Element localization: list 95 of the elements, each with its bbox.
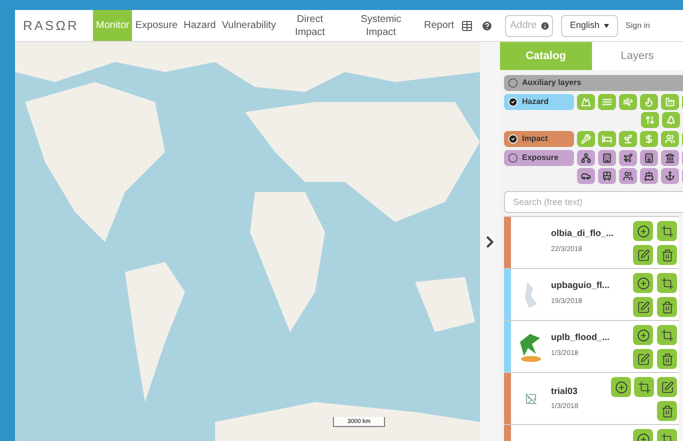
nav-tab[interactable]: Systemic Impact: [340, 10, 421, 41]
nav-tab[interactable]: Exposure: [132, 10, 181, 41]
nav-tab[interactable]: Vulnerability: [218, 10, 279, 41]
language-label: English: [570, 18, 600, 32]
filter-icon: [623, 153, 633, 163]
crop-button[interactable]: [634, 377, 654, 397]
add-layer-button[interactable]: [611, 377, 631, 397]
filter-icon: [665, 97, 675, 107]
filter-icon: [644, 171, 654, 181]
layer-filter-button[interactable]: [661, 150, 679, 166]
filter-icon: [602, 171, 612, 181]
category-toggle[interactable]: Hazard: [504, 94, 574, 110]
checked-icon: [508, 134, 518, 144]
layer-filter-button[interactable]: [619, 168, 637, 184]
map-thumbnail: [525, 282, 537, 308]
plus-icon: [636, 224, 650, 238]
nav-tab[interactable]: Direct Impact: [278, 10, 341, 41]
layer-filter-button[interactable]: [640, 150, 658, 166]
plus-icon: [636, 276, 650, 290]
layer-name: trial03: [551, 384, 579, 398]
layer-filter-button[interactable]: [577, 168, 595, 184]
filter-icon: [665, 171, 675, 181]
nav-tab[interactable]: Hazard: [180, 10, 219, 41]
crop-icon: [638, 380, 650, 394]
language-select[interactable]: English: [560, 14, 618, 36]
help-icon[interactable]: [480, 20, 493, 32]
filter-icon: [644, 97, 654, 107]
table-icon[interactable]: [460, 20, 473, 32]
layer-filter-button[interactable]: [619, 150, 637, 166]
filter-icon: [623, 171, 633, 181]
layer-name: olbia_di_flo_...: [551, 227, 615, 240]
unchecked-icon: [508, 78, 518, 88]
add-layer-button[interactable]: [633, 221, 653, 241]
filter-icon: [644, 153, 654, 163]
edit-button[interactable]: [633, 349, 653, 369]
filter-icon: [623, 97, 633, 107]
checked-icon: [508, 97, 518, 107]
edit-button[interactable]: [657, 377, 677, 397]
info-icon: [540, 20, 550, 30]
address-field[interactable]: Addre: [504, 14, 553, 36]
filter-icon: [602, 97, 612, 107]
edit-button[interactable]: [633, 297, 653, 317]
category-toggle[interactable]: Impact: [504, 131, 574, 147]
trash-icon: [660, 404, 674, 418]
layer-filter-button[interactable]: [598, 150, 616, 166]
filter-icon: [665, 153, 675, 163]
layer-name: upbaguio_fl...: [551, 279, 610, 292]
filter-icon: [581, 153, 591, 163]
crop-icon: [660, 224, 674, 238]
search-field[interactable]: Search (free text): [504, 191, 683, 213]
edit-icon: [636, 300, 650, 314]
delete-button[interactable]: [657, 245, 677, 265]
crop-button[interactable]: [657, 325, 677, 345]
edit-button[interactable]: [633, 245, 653, 265]
crop-icon: [660, 276, 674, 290]
trash-icon: [660, 352, 674, 366]
filter-icon: [602, 134, 612, 144]
unchecked-icon: [508, 153, 518, 163]
layer-name: uplb_flood_...: [551, 331, 610, 344]
filter-icon: [665, 134, 675, 144]
layer-filter-button[interactable]: [640, 168, 658, 184]
add-layer-button[interactable]: [633, 325, 653, 345]
edit-icon: [660, 380, 674, 394]
category-toggle[interactable]: Auxiliary layers: [504, 75, 683, 91]
filter-icon: [623, 134, 633, 144]
edit-icon: [636, 248, 650, 262]
crop-icon: [660, 328, 674, 342]
filter-icon: [581, 97, 591, 107]
filter-icon: [581, 134, 591, 144]
crop-button[interactable]: [657, 273, 677, 293]
layer-filter-button[interactable]: [598, 168, 616, 184]
sign-in-link[interactable]: Sign in: [626, 20, 650, 32]
filter-icon: [666, 115, 676, 125]
panel-tab[interactable]: Layers: [592, 42, 683, 70]
trash-icon: [660, 248, 674, 262]
category-toggle[interactable]: Exposure: [504, 150, 574, 166]
broken-image-icon: [525, 392, 537, 404]
filter-icon: [581, 171, 591, 181]
trash-icon: [660, 300, 674, 314]
filter-icon: [645, 115, 655, 125]
add-layer-button[interactable]: [633, 273, 653, 293]
layer-filter-button[interactable]: [661, 168, 679, 184]
plus-icon: [614, 380, 628, 394]
nav-tab[interactable]: Report: [420, 10, 457, 41]
plus-icon: [636, 328, 650, 342]
crop-button[interactable]: [657, 221, 677, 241]
layer-filter-button[interactable]: [577, 150, 595, 166]
delete-button[interactable]: [657, 349, 677, 369]
dropdown-caret-icon: [604, 24, 609, 28]
delete-button[interactable]: [657, 297, 677, 317]
filter-icon: [644, 134, 654, 144]
logo[interactable]: RASΩR: [15, 16, 93, 36]
filter-icon: [602, 153, 612, 163]
edit-icon: [636, 352, 650, 366]
delete-button[interactable]: [657, 401, 677, 421]
